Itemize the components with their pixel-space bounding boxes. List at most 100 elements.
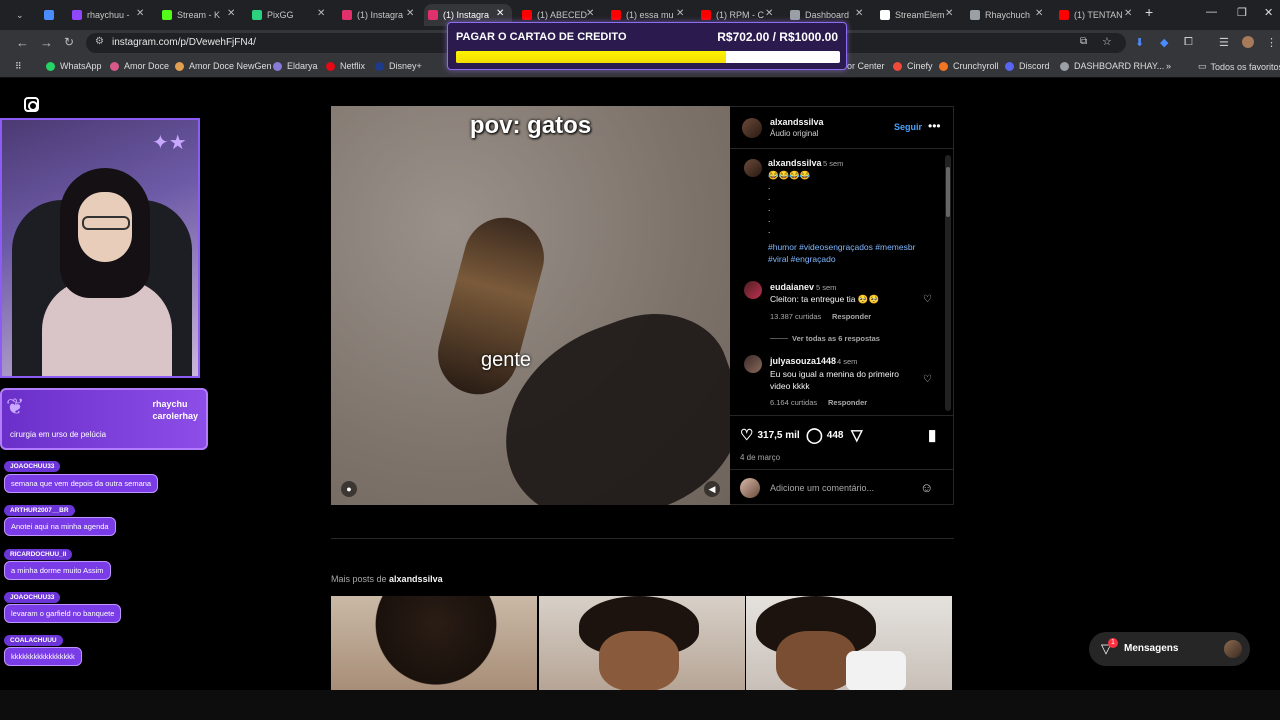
comment-button[interactable]: ◯ 448 [806,426,843,444]
reload-icon[interactable]: ↻ [64,35,74,49]
post-thumbnail[interactable] [539,596,745,690]
download-icon[interactable]: ⬇ [1135,36,1144,49]
bookmark-center[interactable]: or Center [847,61,885,71]
bookmark-netflix[interactable]: Netflix [326,61,365,71]
bookmark-amor-doce[interactable]: Amor Doce [110,61,169,71]
tab-10[interactable]: Rhaychuch [966,4,1046,26]
tab-close-icon[interactable]: ✕ [136,8,144,19]
author-name[interactable]: alxandssilva [770,117,824,127]
bookmark-dashboard[interactable]: DASHBOARD RHAY... [1060,61,1164,71]
caption-hashtags[interactable]: #humor #videosengraçados #memesbr #viral… [768,241,938,265]
tab-close-icon[interactable]: ✕ [765,8,773,19]
tab-1[interactable]: Stream - K [158,4,238,26]
tagged-user-icon[interactable]: ● [341,481,357,497]
all-favorites[interactable]: ▭ Todos os favoritos [1198,61,1280,72]
bookmark-whatsapp[interactable]: WhatsApp [46,61,102,71]
tab-close-icon[interactable]: ✕ [676,8,684,19]
apps-icon[interactable]: ⠿ [15,61,22,72]
forward-icon[interactable]: → [40,35,53,50]
tab-close-icon[interactable]: ✕ [586,8,594,19]
more-posts-user[interactable]: alxandssilva [389,574,443,584]
tab-9[interactable]: StreamElem [876,4,956,26]
new-tab-icon[interactable]: + [1145,4,1153,20]
webcam-glasses [82,216,130,230]
tab-pinned[interactable] [40,4,60,26]
close-window-icon[interactable]: ✕ [1264,6,1273,19]
tab-close-icon[interactable]: ✕ [496,8,504,19]
messages-button[interactable]: ▽ 1 Mensagens [1089,632,1250,666]
tab-close-icon[interactable]: ✕ [227,8,235,19]
tab-close-icon[interactable]: ✕ [317,8,325,19]
post-video[interactable]: pov: gatos gente ● ◀ [331,106,730,505]
emoji-icon[interactable]: ☺ [920,480,933,495]
comment-avatar[interactable] [744,281,762,299]
bookmark-cinefy[interactable]: Cinefy [893,61,933,71]
more-options-icon[interactable]: ••• [928,119,941,133]
post-thumbnail[interactable] [746,596,952,690]
puzzle-icon[interactable]: ⧠ [1184,36,1193,49]
tab-close-icon[interactable]: ✕ [945,8,953,19]
comment-user[interactable]: julyasouza1448 [770,356,836,366]
scrollbar-thumb[interactable] [946,167,950,217]
bookmark-disney[interactable]: Disney+ [375,61,422,71]
star-icon[interactable]: ☆ [1102,35,1112,48]
bookmark-eldarya[interactable]: Eldarya [273,61,318,71]
caption-avatar[interactable] [744,159,762,177]
view-replies[interactable]: Ver todas as 6 respostas [792,334,880,343]
comment-like-icon[interactable]: ♡ [923,374,932,385]
messages-badge: 1 [1108,638,1118,648]
bookmark-amor-doce-newgen[interactable]: Amor Doce NewGen [175,61,272,71]
add-comment-input[interactable]: Adicione um comentário... [770,483,874,493]
comments-scrollbar[interactable] [945,155,951,411]
share-button[interactable]: ▽ [851,426,867,444]
bookmarks-overflow-icon[interactable]: » [1166,61,1171,71]
audio-label[interactable]: Áudio original [770,129,818,138]
heart-icon: ♡ [740,427,754,444]
mute-icon[interactable]: ◀ [704,481,720,497]
tab-11[interactable]: (1) TENTAN [1055,4,1135,26]
extension-icon[interactable]: ◆ [1160,36,1168,49]
tab-close-icon[interactable]: ✕ [1035,8,1043,19]
caption-user[interactable]: alxandssilva [768,158,822,168]
author-avatar[interactable] [742,118,762,138]
site-info-icon[interactable]: ⚙ [95,36,104,47]
star-decoration-icon: ✦★ [152,132,187,154]
goal-progress-track [456,51,840,63]
chat-message: levaram o garfield no banquete [4,604,122,623]
thumbnail-face [599,631,679,690]
like-button[interactable]: ♡ 317,5 mil [740,426,800,444]
dashboard-icon [1060,61,1069,71]
section-divider [331,538,954,539]
pinned-icon [44,10,54,20]
menu-icon[interactable]: ⋮ [1266,36,1277,49]
instagram-logo-icon[interactable] [24,97,39,112]
maximize-icon[interactable]: ❐ [1237,6,1247,19]
comment-reply[interactable]: Responder [832,312,871,321]
banner-names: rhaychu carolerhay [152,398,198,422]
bookmark-label: Cinefy [907,61,933,71]
bookmark-discord[interactable]: Discord [1005,61,1050,71]
add-comment-bar: Adicione um comentário... ☺ [730,469,954,506]
tab-search-icon[interactable]: ☰ [1219,36,1229,49]
tab-search-button[interactable]: ⌄ [12,4,30,26]
post-thumbnail[interactable] [331,596,537,690]
comment-avatar[interactable] [744,355,762,373]
comment-like-icon[interactable]: ♡ [923,294,932,305]
instagram-icon [342,10,352,20]
tab-close-icon[interactable]: ✕ [855,8,863,19]
follow-button[interactable]: Seguir [894,122,922,132]
chat-username: ARTHUR2007__BR [4,505,75,516]
amor-doce-newgen-icon [175,61,184,71]
bookmark-crunchyroll[interactable]: Crunchyroll [939,61,999,71]
comment-user[interactable]: eudaianev [770,282,814,292]
profile-avatar[interactable] [1242,36,1254,48]
tab-close-icon[interactable]: ✕ [406,8,414,19]
comment-reply[interactable]: Responder [828,398,867,407]
tab-2[interactable]: PixGG [248,4,328,26]
install-app-icon[interactable]: ⧉ [1080,36,1087,47]
minimize-icon[interactable]: — [1206,6,1217,18]
back-icon[interactable]: ← [16,35,29,50]
banner-name: rhaychu [152,399,188,409]
tab-close-icon[interactable]: ✕ [1124,8,1132,19]
save-button[interactable]: ▮ [928,426,940,444]
